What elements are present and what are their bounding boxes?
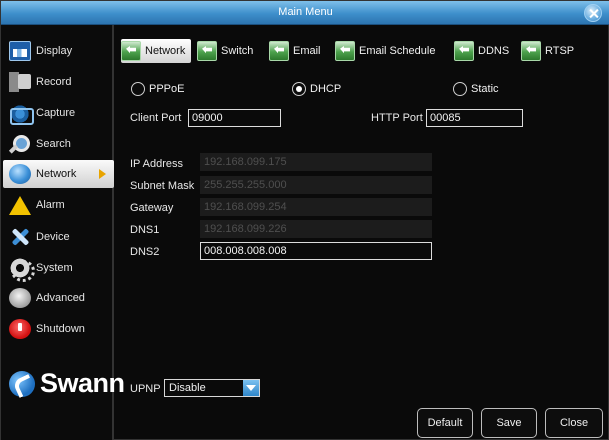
default-button[interactable]: Default	[417, 408, 473, 438]
sidebar-item-label: Capture	[36, 107, 76, 119]
dns1-label: DNS1	[130, 224, 160, 236]
ip-address-label: IP Address	[130, 158, 183, 170]
http-port-label: HTTP Port	[371, 112, 423, 124]
network-icon	[9, 164, 31, 184]
subnet-mask-field: 255.255.255.000	[200, 176, 432, 194]
tab-label: RTSP	[545, 45, 575, 57]
dropdown-arrow-icon	[243, 380, 259, 396]
sidebar-item-system[interactable]: System	[3, 254, 114, 282]
radio-label: Static	[471, 83, 499, 95]
tab-label: Network	[145, 45, 186, 57]
tab-ddns[interactable]: DDNS	[454, 39, 509, 63]
swann-logo-icon	[9, 370, 35, 397]
upnp-select-value: Disable	[169, 382, 206, 394]
email-schedule-tab-icon	[335, 41, 355, 61]
tab-email[interactable]: Email	[269, 39, 321, 63]
dns1-field: 192.168.099.226	[200, 220, 432, 238]
sidebar-item-display[interactable]: Display	[3, 37, 114, 65]
advanced-icon	[9, 288, 31, 308]
rtsp-tab-icon	[521, 41, 541, 61]
radio-static[interactable]: Static	[453, 82, 499, 96]
gateway-field: 192.168.099.254	[200, 198, 432, 216]
close-button[interactable]: Close	[545, 408, 603, 438]
sidebar-item-label: Search	[36, 138, 71, 150]
tab-label: DDNS	[478, 45, 510, 57]
client-port-field[interactable]: 09000	[188, 109, 281, 127]
sidebar-item-alarm[interactable]: Alarm	[3, 191, 114, 219]
main-menu-window: Main Menu Display Record Capture Search …	[0, 0, 609, 440]
gateway-label: Gateway	[130, 202, 174, 214]
subnet-mask-label: Subnet Mask	[130, 180, 195, 192]
capture-icon	[9, 103, 34, 125]
sidebar-item-label: Alarm	[36, 199, 65, 211]
sidebar-item-label: Advanced	[36, 292, 85, 304]
tab-label: Email	[293, 45, 321, 57]
sidebar-item-label: Display	[36, 45, 73, 57]
sidebar-item-record[interactable]: Record	[3, 68, 114, 96]
upnp-select[interactable]: Disable	[164, 379, 260, 397]
email-tab-icon	[269, 41, 289, 61]
window-title: Main Menu	[278, 6, 333, 18]
sidebar-item-advanced[interactable]: Advanced	[3, 284, 114, 312]
swann-logo: Swann	[9, 368, 125, 399]
device-icon	[9, 227, 31, 247]
alarm-icon	[9, 195, 31, 215]
ddns-tab-icon	[454, 41, 474, 61]
sidebar-item-label: System	[36, 262, 73, 274]
sidebar-item-label: Shutdown	[36, 323, 85, 335]
tab-switch[interactable]: Switch	[197, 39, 253, 63]
radio-circle	[453, 82, 467, 96]
dns2-label: DNS2	[130, 246, 160, 258]
sidebar-item-label: Network	[36, 168, 77, 180]
shutdown-icon	[9, 319, 31, 339]
sidebar-item-capture[interactable]: Capture	[3, 99, 114, 127]
dns2-field[interactable]: 008.008.008.008	[200, 242, 432, 260]
radio-circle	[292, 82, 306, 96]
save-button[interactable]: Save	[481, 408, 537, 438]
tab-label: Email Schedule	[359, 45, 436, 57]
logo-text: Swann	[40, 368, 125, 398]
radio-circle	[131, 82, 145, 96]
sidebar-item-network[interactable]: Network	[3, 160, 114, 188]
client-port-label: Client Port	[130, 112, 182, 124]
radio-dhcp[interactable]: DHCP	[292, 82, 341, 96]
close-window-icon[interactable]	[584, 4, 602, 22]
tab-email-schedule[interactable]: Email Schedule	[335, 39, 435, 63]
switch-tab-icon	[197, 41, 217, 61]
sidebar-item-search[interactable]: Search	[3, 130, 114, 158]
upnp-label: UPNP	[130, 383, 161, 395]
search-icon	[9, 134, 31, 154]
active-arrow-icon	[99, 169, 106, 179]
sidebar: Display Record Capture Search Network Al…	[1, 25, 125, 440]
system-icon	[9, 258, 35, 282]
http-port-field[interactable]: 00085	[426, 109, 523, 127]
radio-label: PPPoE	[149, 83, 185, 95]
sidebar-item-label: Record	[36, 76, 72, 88]
ip-address-field: 192.168.099.175	[200, 153, 432, 171]
sidebar-item-device[interactable]: Device	[3, 223, 114, 251]
radio-pppoe[interactable]: PPPoE	[131, 82, 184, 96]
record-icon	[9, 72, 31, 92]
sidebar-item-label: Device	[36, 231, 70, 243]
sidebar-item-shutdown[interactable]: Shutdown	[3, 315, 114, 343]
display-icon	[9, 41, 31, 61]
title-bar: Main Menu	[1, 1, 609, 25]
tab-label: Switch	[221, 45, 254, 57]
tab-network[interactable]: Network	[121, 39, 192, 63]
tab-rtsp[interactable]: RTSP	[521, 39, 574, 63]
network-tab-icon	[121, 41, 141, 61]
radio-label: DHCP	[310, 83, 342, 95]
